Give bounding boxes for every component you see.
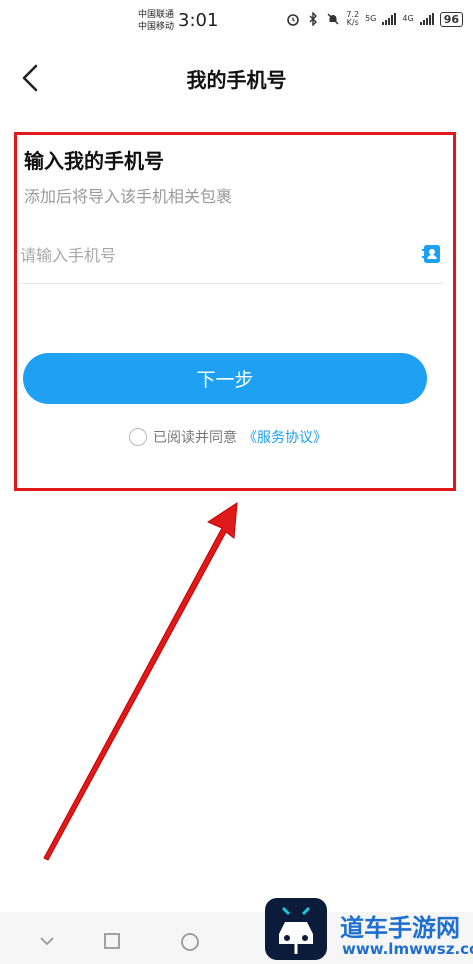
watermark-logo [265,898,327,960]
contacts-icon[interactable] [422,244,442,264]
mute-bell-icon [326,12,340,26]
nav-recents-icon[interactable] [103,932,123,952]
header: 我的手机号 [0,50,473,106]
nav-home-icon[interactable] [180,932,200,952]
phone-input[interactable] [20,240,400,270]
watermark-url: www.lmwwsz.com [342,940,473,958]
watermark-name: 道车手游网 [340,913,460,942]
status-icons: 7.2 K/s 5G 4G 96 [286,11,463,27]
bluetooth-icon [306,12,320,26]
speed-unit: K/s [346,18,359,27]
signal-icon-2 [419,12,434,26]
signal-icon [382,12,397,26]
status-bar: 中国联通 中国移动 3:01 7.2 K/s 5G 4G 96 [0,0,473,44]
net-4g: 4G [402,14,414,23]
battery-level: 96 [439,11,463,27]
nav-collapse-icon[interactable] [38,932,58,952]
carrier-2: 中国移动 [138,22,175,32]
agree-text: 已阅读并同意 [153,430,237,446]
page-title: 我的手机号 [186,68,287,92]
carrier-info: 中国联通 中国移动 [138,9,174,33]
carrier-1: 中国联通 [138,10,175,20]
alarm-icon [286,12,300,26]
net-5g: 5G [365,14,377,23]
service-agreement-link[interactable]: 《服务协议》 [243,427,327,447]
agree-checkbox[interactable] [129,428,147,446]
form-subheading: 添加后将导入该手机相关包裹 [24,187,233,206]
form-heading: 输入我的手机号 [24,149,164,173]
status-time: 3:01 [178,10,219,31]
network-speed: 7.2 K/s [346,11,359,27]
input-divider [20,283,443,284]
agreement-row: 已阅读并同意 《服务协议》 [129,427,327,447]
next-button[interactable]: 下一步 [23,353,427,404]
